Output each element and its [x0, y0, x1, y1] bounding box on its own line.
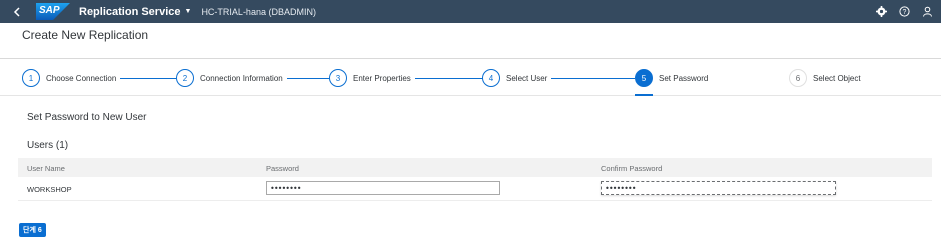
- step-number: 3: [329, 69, 347, 87]
- wizard-step-5[interactable]: 5 Set Password: [635, 68, 708, 88]
- step-connector: [551, 77, 636, 79]
- step-label: Enter Properties: [353, 73, 411, 83]
- next-step-button[interactable]: 단계 6: [19, 223, 46, 237]
- sap-logo: SAP: [36, 3, 70, 20]
- wizard-progress: 1 Choose Connection 2 Connection Informa…: [0, 58, 941, 96]
- app-title: Replication Service: [79, 5, 181, 18]
- table-row: WORKSHOP •••••••• ••••••••: [18, 177, 932, 201]
- step-connector: [414, 77, 487, 79]
- wizard-step-3[interactable]: 3 Enter Properties: [329, 68, 487, 88]
- step-number: 2: [176, 69, 194, 87]
- column-header-confirm-password: Confirm Password: [601, 164, 663, 173]
- user-icon[interactable]: [921, 6, 933, 18]
- wizard-step-1[interactable]: 1 Choose Connection: [22, 68, 177, 88]
- current-step-indicator: [635, 94, 653, 96]
- step-number: 6: [789, 69, 807, 87]
- user-name-cell: WORKSHOP: [27, 185, 72, 194]
- caret-down-icon: ▼: [184, 8, 192, 15]
- chevron-left-icon: [13, 6, 20, 17]
- step-connector: [120, 77, 177, 79]
- step-number: 1: [22, 69, 40, 87]
- shell-bar: SAP Replication Service ▼ HC-TRIAL-hana …: [0, 0, 941, 23]
- users-table: User Name Password Confirm Password WORK…: [18, 158, 932, 201]
- svg-text:?: ?: [902, 9, 906, 16]
- step-label: Select Object: [813, 73, 861, 83]
- step-label: Connection Information: [200, 73, 283, 83]
- app-title-menu[interactable]: Replication Service ▼: [79, 6, 191, 18]
- page-title: Create New Replication: [22, 28, 149, 42]
- password-input[interactable]: ••••••••: [266, 181, 500, 195]
- wizard-step-4[interactable]: 4 Select User: [482, 68, 636, 88]
- system-subtitle: HC-TRIAL-hana (DBADMIN): [201, 6, 316, 17]
- step-label: Set Password: [659, 73, 709, 83]
- step-number: 4: [482, 69, 500, 87]
- step-number: 5: [635, 69, 653, 87]
- back-button[interactable]: [6, 0, 28, 23]
- column-header-user-name: User Name: [27, 164, 65, 173]
- step-connector: [286, 77, 329, 79]
- section-title: Set Password to New User: [27, 112, 147, 123]
- logo-text: SAP: [39, 5, 60, 16]
- column-header-password: Password: [266, 164, 299, 173]
- confirm-password-input[interactable]: ••••••••: [601, 181, 836, 195]
- wizard-step-2[interactable]: 2 Connection Information: [176, 68, 329, 88]
- step-label: Select User: [506, 73, 548, 83]
- step-label: Choose Connection: [46, 73, 117, 83]
- help-icon[interactable]: ?: [898, 6, 910, 18]
- table-header: User Name Password Confirm Password: [18, 158, 932, 177]
- users-table-title: Users (1): [27, 140, 69, 151]
- settings-icon[interactable]: [875, 6, 887, 18]
- wizard-step-6[interactable]: 6 Select Object: [789, 68, 861, 88]
